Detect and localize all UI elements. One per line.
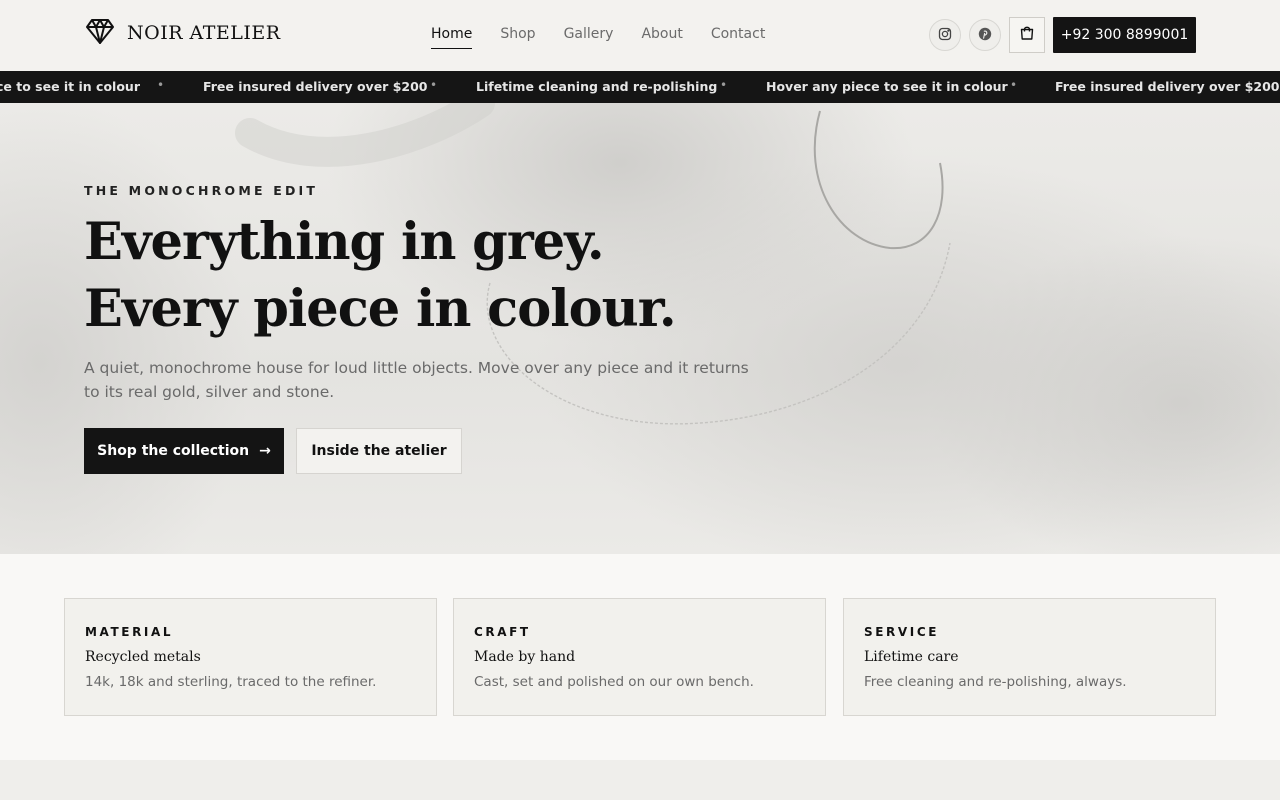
hero-headline: Everything in grey. Every piece in colou… bbox=[84, 212, 677, 339]
diamond-icon bbox=[85, 17, 115, 49]
marquee-item: Lifetime cleaning and re-polishing bbox=[476, 79, 718, 94]
hero-subtext: A quiet, monochrome house for loud littl… bbox=[84, 359, 749, 401]
marquee-item: ce to see it in colour bbox=[0, 79, 140, 94]
feature-card-material: MATERIAL Recycled metals 14k, 18k and st… bbox=[64, 598, 437, 716]
nav-item-gallery[interactable]: Gallery bbox=[564, 26, 614, 49]
feature-title: Made by hand bbox=[474, 649, 576, 665]
nav-item-shop[interactable]: Shop bbox=[500, 26, 535, 49]
instagram-icon bbox=[938, 26, 952, 45]
nav-item-about[interactable]: About bbox=[641, 26, 682, 49]
marquee-item: Free insured delivery over $200 bbox=[203, 79, 428, 94]
shop-collection-button[interactable]: Shop the collection → bbox=[84, 428, 284, 474]
nav-item-home[interactable]: Home bbox=[431, 26, 473, 49]
shopping-bag-icon bbox=[1019, 25, 1035, 45]
feature-card-craft: CRAFT Made by hand Cast, set and polishe… bbox=[453, 598, 826, 716]
inside-atelier-button[interactable]: Inside the atelier bbox=[296, 428, 462, 474]
marquee-separator: • bbox=[720, 78, 728, 92]
feature-card-service: SERVICE Lifetime care Free cleaning and … bbox=[843, 598, 1216, 716]
cart-button[interactable] bbox=[1009, 17, 1045, 53]
marquee-separator: • bbox=[157, 78, 165, 92]
pinterest-button[interactable] bbox=[969, 19, 1001, 51]
feature-text: Cast, set and polished on our own bench. bbox=[474, 674, 754, 690]
marquee-item: Free insured delivery over $200 bbox=[1055, 79, 1280, 94]
next-section-edge bbox=[0, 760, 1280, 800]
feature-title: Lifetime care bbox=[864, 649, 959, 665]
feature-text: Free cleaning and re-polishing, always. bbox=[864, 674, 1127, 690]
nav-item-contact[interactable]: Contact bbox=[711, 26, 765, 49]
feature-eyebrow: SERVICE bbox=[864, 625, 940, 639]
marquee-separator: • bbox=[1010, 78, 1018, 92]
feature-text: 14k, 18k and sterling, traced to the ref… bbox=[85, 674, 377, 690]
site-header: NOIR ATELIER Home Shop Gallery About Con… bbox=[0, 0, 1280, 71]
features-section: MATERIAL Recycled metals 14k, 18k and st… bbox=[0, 554, 1280, 760]
arrow-right-icon: → bbox=[259, 443, 271, 459]
feature-title: Recycled metals bbox=[85, 649, 201, 665]
marquee-separator: • bbox=[430, 78, 438, 92]
instagram-button[interactable] bbox=[929, 19, 961, 51]
brand-logo[interactable]: NOIR ATELIER bbox=[85, 17, 281, 49]
feature-eyebrow: CRAFT bbox=[474, 625, 531, 639]
main-nav: Home Shop Gallery About Contact bbox=[431, 26, 793, 49]
marquee-item: Hover any piece to see it in colour bbox=[766, 79, 1008, 94]
hero-eyebrow: THE MONOCHROME EDIT bbox=[84, 183, 319, 198]
shop-collection-label: Shop the collection bbox=[97, 443, 250, 459]
phone-button[interactable]: +92 300 8899001 bbox=[1053, 17, 1196, 53]
hero-section: THE MONOCHROME EDIT Everything in grey. … bbox=[0, 103, 1280, 554]
pinterest-icon bbox=[978, 26, 992, 45]
feature-eyebrow: MATERIAL bbox=[85, 625, 174, 639]
announcement-marquee: ce to see it in colour • Free insured de… bbox=[0, 71, 1280, 103]
brand-name: NOIR ATELIER bbox=[127, 22, 281, 44]
